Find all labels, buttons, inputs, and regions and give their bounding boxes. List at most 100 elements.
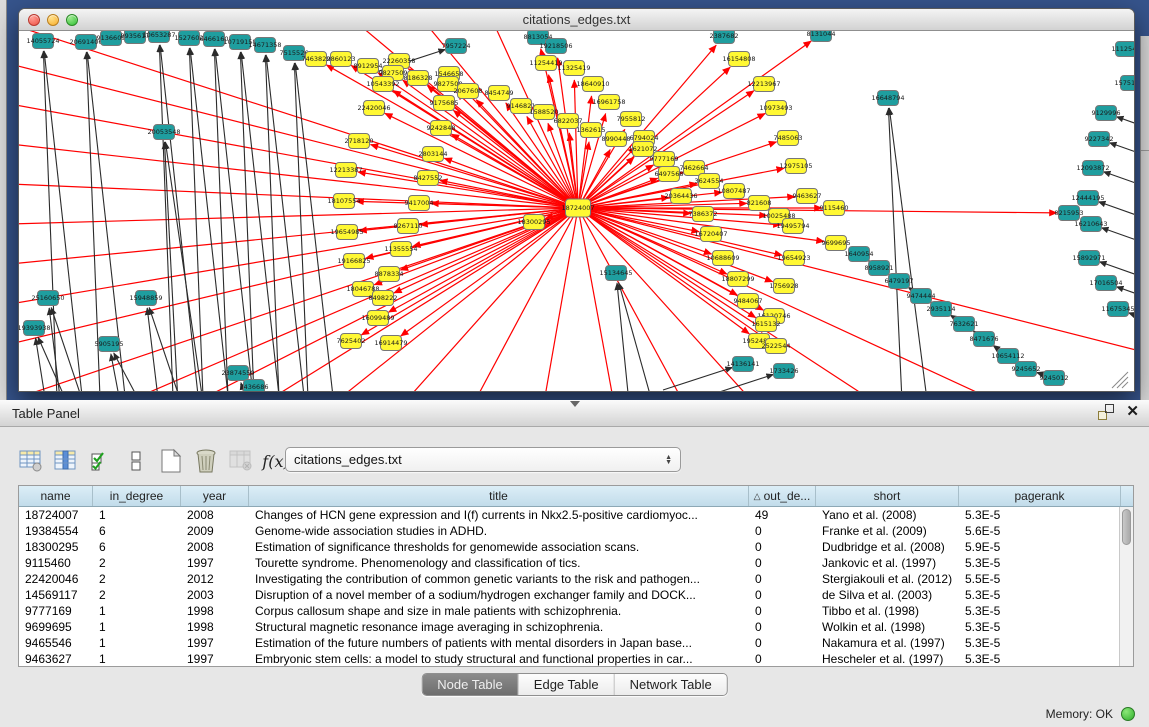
table-cell-pagerank[interactable]: 5.9E-5 — [959, 539, 1121, 555]
memory-status-icon[interactable] — [1121, 707, 1135, 721]
graph-edge[interactable] — [578, 208, 1134, 361]
table-cell-year[interactable]: 1998 — [181, 603, 249, 619]
graph-node[interactable]: 14136141 — [726, 357, 759, 372]
table-cell-year[interactable]: 1997 — [181, 635, 249, 651]
graph-node[interactable]: 17016504 — [1089, 276, 1122, 291]
table-cell-short[interactable]: Jankovic et al. (1997) — [816, 555, 959, 571]
table-cell-in_degree[interactable]: 2 — [93, 555, 181, 571]
graph-node[interactable]: 9242848 — [427, 121, 456, 136]
table-row[interactable]: 911546021997Tourette syndrome. Phenomeno… — [19, 555, 1133, 571]
graph-edge[interactable] — [1101, 228, 1134, 248]
table-cell-pagerank[interactable]: 5.5E-5 — [959, 571, 1121, 587]
graph-node[interactable]: 8454749 — [485, 86, 514, 101]
graph-node[interactable]: 9227342 — [1085, 132, 1114, 147]
graph-node[interactable]: 16154808 — [722, 52, 755, 67]
table-cell-year[interactable]: 2003 — [181, 587, 249, 603]
table-cell-year[interactable]: 2009 — [181, 523, 249, 539]
table-cell-out_degree[interactable]: 0 — [749, 587, 816, 603]
table-cell-in_degree[interactable]: 2 — [93, 587, 181, 603]
graph-edge[interactable] — [401, 208, 578, 336]
graph-node[interactable]: 9699695 — [822, 236, 851, 251]
graph-node[interactable]: 6497568 — [655, 167, 684, 182]
graph-node[interactable]: 8958921 — [865, 261, 894, 276]
graph-node[interactable]: 9474444 — [907, 289, 936, 304]
table-cell-out_degree[interactable]: 0 — [749, 523, 816, 539]
graph-node[interactable]: 9129996 — [1092, 106, 1121, 121]
graph-node[interactable]: 12444195 — [1071, 191, 1104, 206]
graph-node[interactable]: 10807487 — [717, 184, 750, 199]
table-cell-in_degree[interactable]: 1 — [93, 507, 181, 523]
graph-edge[interactable] — [149, 307, 188, 392]
table-cell-in_degree[interactable]: 6 — [93, 539, 181, 555]
table-cell-year[interactable]: 1997 — [181, 651, 249, 667]
table-cell-short[interactable]: Hescheler et al. (1997) — [816, 651, 959, 667]
table-cell-name[interactable]: 9463627 — [19, 651, 93, 667]
graph-node[interactable]: 2935114 — [927, 302, 956, 317]
graph-node[interactable]: 2718120 — [345, 134, 374, 149]
table-cell-name[interactable]: 18724007 — [19, 507, 93, 523]
graph-edge[interactable] — [19, 208, 578, 316]
table-cell-out_degree[interactable]: 0 — [749, 555, 816, 571]
table-cell-year[interactable]: 2012 — [181, 571, 249, 587]
close-window-icon[interactable] — [28, 14, 40, 26]
graph-hub-node[interactable]: 18724007 — [561, 199, 594, 217]
graph-node[interactable]: 7955812 — [617, 112, 646, 127]
graph-edge[interactable] — [159, 45, 174, 392]
graph-node[interactable]: 8878334 — [375, 267, 404, 282]
graph-node[interactable]: 1756928 — [770, 279, 799, 294]
network-canvas[interactable]: 1872400714055724206914069136609893561710… — [19, 31, 1134, 392]
table-cell-pagerank[interactable]: 5.3E-5 — [959, 635, 1121, 651]
graph-node[interactable]: 9777169 — [650, 152, 679, 167]
graph-edge[interactable] — [379, 208, 578, 392]
graph-node[interactable]: 8131044 — [807, 31, 836, 42]
table-cell-out_degree[interactable]: 0 — [749, 651, 816, 667]
table-cell-out_degree[interactable]: 0 — [749, 539, 816, 555]
graph-node[interactable]: 20053548 — [147, 125, 180, 140]
tab-node-table[interactable]: Node Table — [422, 674, 519, 695]
table-row[interactable]: 969969511998Structural magnetic resonanc… — [19, 619, 1133, 635]
table-cell-title[interactable]: Changes of HCN gene expression and I(f) … — [249, 507, 749, 523]
table-cell-in_degree[interactable]: 2 — [93, 571, 181, 587]
graph-node[interactable]: 1112544 — [1112, 42, 1134, 57]
graph-edge[interactable] — [1128, 313, 1134, 333]
graph-edge[interactable] — [617, 283, 631, 392]
graph-node[interactable]: 9245012 — [1040, 371, 1069, 386]
graph-node[interactable]: 7625402 — [337, 334, 366, 349]
table-cell-title[interactable]: Embryonic stem cells: a model to study s… — [249, 651, 749, 667]
table-cell-short[interactable]: Franke et al. (2009) — [816, 523, 959, 539]
table-cell-title[interactable]: Estimation of the future numbers of pati… — [249, 635, 749, 651]
table-cell-short[interactable]: Yano et al. (2008) — [816, 507, 959, 523]
table-row[interactable]: 1456911722003Disruption of a novel membe… — [19, 587, 1133, 603]
table-cell-name[interactable]: 9465546 — [19, 635, 93, 651]
graph-node[interactable]: 16099489 — [361, 311, 394, 326]
table-cell-name[interactable]: 9699695 — [19, 619, 93, 635]
table-cell-title[interactable]: Genome-wide association studies in ADHD. — [249, 523, 749, 539]
column-header-name[interactable]: name — [19, 486, 93, 506]
new-column-icon[interactable] — [156, 447, 186, 475]
graph-node[interactable]: 11355554 — [384, 242, 417, 257]
graph-node[interactable]: 11675345 — [1101, 302, 1134, 317]
table-cell-name[interactable]: 19384554 — [19, 523, 93, 539]
table-vertical-scrollbar[interactable] — [1119, 507, 1133, 666]
scrollbar-thumb[interactable] — [1122, 509, 1131, 545]
graph-node[interactable]: 7632621 — [950, 317, 979, 332]
canvas-resize-grip[interactable] — [1112, 372, 1128, 388]
graph-node[interactable]: 8498222 — [369, 291, 398, 306]
table-cell-out_degree[interactable]: 49 — [749, 507, 816, 523]
graph-node[interactable]: 9463627 — [793, 189, 822, 204]
graph-node[interactable]: 2067608 — [454, 84, 483, 99]
table-cell-short[interactable]: Dudbridge et al. (2008) — [816, 539, 959, 555]
tab-edge-table[interactable]: Edge Table — [519, 674, 615, 695]
zoom-window-icon[interactable] — [66, 14, 78, 26]
graph-node[interactable]: 12975105 — [779, 159, 812, 174]
graph-edge[interactable] — [1103, 172, 1134, 192]
table-cell-out_degree[interactable]: 0 — [749, 571, 816, 587]
graph-node[interactable]: 2522544 — [762, 339, 791, 354]
graph-node[interactable]: 15751074 — [1114, 76, 1134, 91]
graph-node[interactable]: 6479197 — [885, 274, 914, 289]
graph-node[interactable]: 16961758 — [592, 95, 625, 110]
graph-node[interactable]: 19393938 — [19, 321, 51, 336]
table-row[interactable]: 977716911998Corpus callosum shape and si… — [19, 603, 1133, 619]
table-cell-in_degree[interactable]: 1 — [93, 603, 181, 619]
graph-edge[interactable] — [663, 367, 733, 390]
